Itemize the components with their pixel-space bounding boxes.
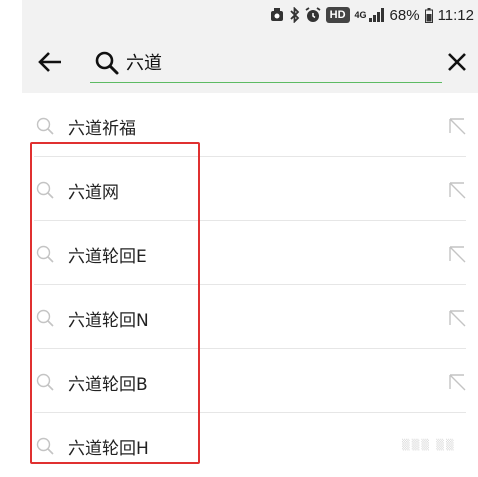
search-icon — [36, 373, 54, 391]
screenshot-icon — [270, 7, 284, 23]
suggestion-label: 六道祈福 — [68, 119, 136, 139]
back-button[interactable] — [30, 42, 70, 82]
suggestion-label: 六道轮回B — [68, 375, 148, 395]
suggestion-label: 六道轮回N — [68, 311, 149, 331]
signal-icon: 4G — [355, 8, 385, 22]
network-type-label: 4G — [354, 9, 367, 20]
suggestion-item[interactable]: 六道网 — [22, 157, 478, 221]
suggestion-label: 六道网 — [68, 183, 119, 203]
battery-icon — [424, 7, 433, 23]
clock: 11:12 — [437, 6, 474, 24]
fill-query-arrow-icon[interactable] — [446, 371, 468, 393]
clear-search-button[interactable] — [442, 44, 472, 80]
suggestion-item[interactable]: 六道轮回N — [22, 285, 478, 349]
hd-badge: HD — [325, 7, 350, 23]
suggestion-label: 六道轮回E — [68, 247, 147, 267]
search-icon — [36, 181, 54, 199]
arrow-left-icon — [38, 52, 61, 72]
fill-query-arrow-icon[interactable] — [446, 243, 468, 265]
search-icon — [94, 50, 120, 80]
search-icon — [36, 245, 54, 263]
fill-query-arrow-icon[interactable] — [446, 307, 468, 329]
close-icon — [448, 53, 466, 71]
alarm-icon — [305, 7, 321, 23]
suggestion-list: 六道祈福 六道网 六道轮回E 六道轮回N 六道轮回B 六道轮回H — [22, 93, 478, 464]
search-field[interactable] — [90, 44, 442, 83]
suggestion-item[interactable]: 六道祈福 — [22, 93, 478, 157]
status-bar: HD 4G 68% 11:12 — [22, 0, 478, 30]
fill-query-arrow-icon[interactable] — [446, 179, 468, 201]
suggestion-label: 六道轮回H — [68, 439, 149, 459]
watermark: ▒▒▒ ▒▒ — [402, 440, 456, 451]
fill-query-arrow-icon[interactable] — [446, 115, 468, 137]
battery-percent: 68% — [389, 6, 420, 24]
bluetooth-icon — [289, 7, 300, 23]
search-icon — [36, 117, 54, 135]
search-icon — [36, 309, 54, 327]
search-header — [22, 30, 478, 92]
suggestion-item[interactable]: 六道轮回E — [22, 221, 478, 285]
app-screen: HD 4G 68% 11:12 六道祈福 — [22, 0, 478, 464]
search-input[interactable] — [126, 48, 416, 76]
search-icon — [36, 437, 54, 455]
suggestion-item[interactable]: 六道轮回B — [22, 349, 478, 413]
